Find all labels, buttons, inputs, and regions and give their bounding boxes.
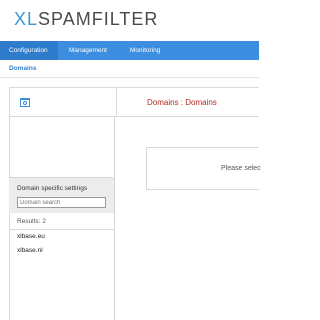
logo-prefix: XL [14,8,39,29]
selection-message-box: Please selec [146,147,261,190]
domain-list-item[interactable]: xlbase.eu [17,233,45,240]
view-icon[interactable] [20,98,30,107]
nav-tab-configuration[interactable]: Configuration [0,41,58,60]
page-header: Domains : Domains [9,87,259,117]
selection-message: Please selec [221,165,261,172]
panel-title: Domain specific settings [17,185,88,192]
page-title: Domains : Domains [147,98,217,107]
header-divider [116,88,117,116]
domain-list-item[interactable]: xlbase.nl [17,247,43,254]
domain-search-input[interactable] [17,197,106,208]
main-navbar: Configuration Management Monitoring [0,41,259,60]
domain-settings-panel: Domain specific settings Results: 2 xlba… [9,177,115,320]
logo-text: SPAMFILTER [38,8,159,29]
app-logo: XL SPAMFILTER [14,9,158,29]
breadcrumb-domains[interactable]: Domains [9,65,36,72]
results-divider [9,229,115,230]
nav-tab-management[interactable]: Management [69,41,107,60]
panel-header: Domain specific settings [9,177,115,213]
results-count: Results: 2 [17,218,46,225]
breadcrumb-divider [0,77,259,78]
nav-tab-monitoring[interactable]: Monitoring [130,41,160,60]
